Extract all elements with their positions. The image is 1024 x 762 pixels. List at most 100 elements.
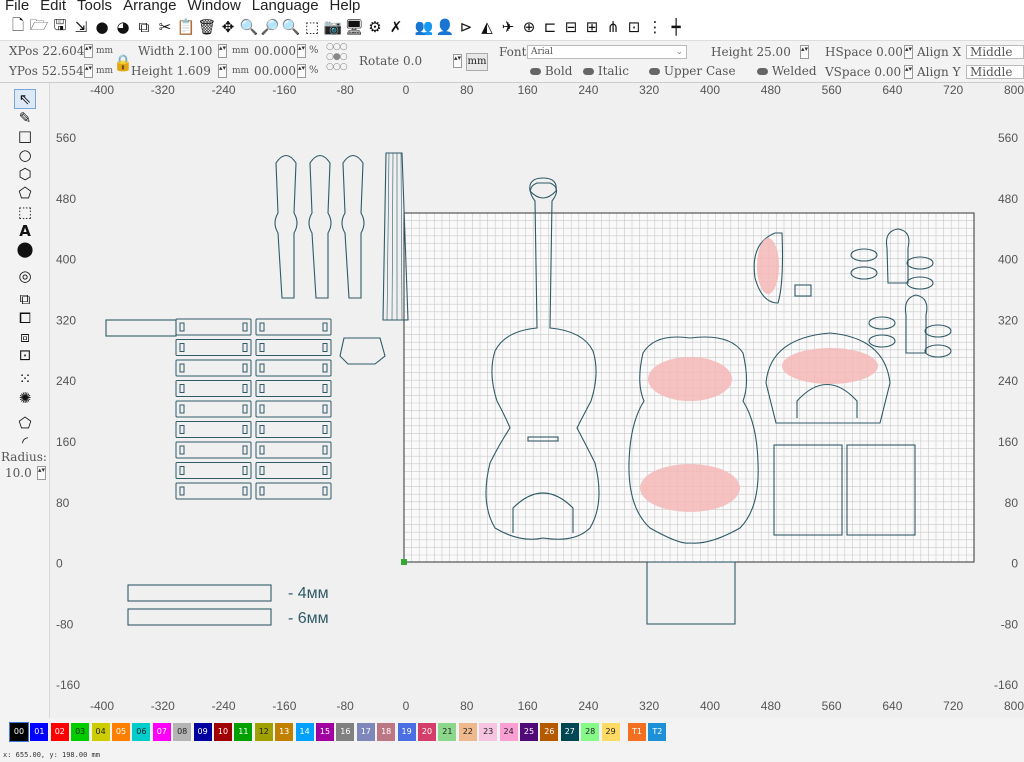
- color-swatch-04[interactable]: 04: [91, 723, 110, 741]
- send-icon[interactable]: ✈: [498, 17, 518, 37]
- neck-shape-3[interactable]: [341, 154, 365, 299]
- crosshair-icon[interactable]: ┿: [666, 17, 686, 37]
- intersect-icon[interactable]: ⧈: [14, 327, 36, 347]
- monitor-icon[interactable]: 🖥: [344, 17, 364, 37]
- width-spin[interactable]: ▴▾: [218, 44, 227, 58]
- rib-strip[interactable]: [255, 380, 332, 397]
- hspace-spin[interactable]: ▴▾: [904, 45, 913, 59]
- users-icon[interactable]: 👥: [414, 17, 434, 37]
- target-icon[interactable]: ⊕: [519, 17, 539, 37]
- menu-language[interactable]: Language: [252, 0, 319, 13]
- design-canvas[interactable]: -400 -400 -320 -320 -240 -240 -160 -160 -80 -80 0 0…: [50, 83, 1024, 718]
- violin-scroll[interactable]: [529, 177, 557, 199]
- menu-help[interactable]: Help: [330, 0, 361, 13]
- color-swatch-29[interactable]: 29: [601, 723, 620, 741]
- color-swatch-02[interactable]: 02: [50, 723, 69, 741]
- rectangle-icon[interactable]: □: [14, 126, 36, 146]
- corner-icon[interactable]: ⬠: [14, 413, 36, 433]
- menu-tools[interactable]: Tools: [77, 0, 112, 13]
- height-spin[interactable]: ▴▾: [218, 64, 227, 78]
- color-swatch-15[interactable]: 15: [316, 723, 334, 741]
- color-swatch-03[interactable]: 03: [71, 723, 90, 741]
- export-icon[interactable]: ⇲: [71, 17, 91, 37]
- color-swatch-16[interactable]: 16: [336, 723, 355, 741]
- color-swatch-17[interactable]: 17: [356, 723, 375, 741]
- copy-icon[interactable]: ⧉: [134, 17, 154, 37]
- select-arrow-icon[interactable]: ⇖: [14, 89, 36, 109]
- ypos-spin[interactable]: ▴▾: [84, 64, 93, 78]
- rib-strip[interactable]: [255, 359, 332, 377]
- radius-spin[interactable]: ▴▾: [37, 466, 46, 480]
- arrange-icon[interactable]: ⊏: [540, 17, 560, 37]
- rotate-spin[interactable]: ▴▾: [453, 54, 462, 68]
- color-swatch-01[interactable]: 01: [30, 723, 49, 741]
- uppercase-toggle[interactable]: Upper Case: [649, 64, 736, 78]
- rib-strip[interactable]: [255, 400, 332, 418]
- sample-strip-4mm[interactable]: [127, 584, 272, 602]
- color-swatch-08[interactable]: 08: [173, 723, 192, 741]
- rib-strip[interactable]: [175, 441, 252, 459]
- array-grid-icon[interactable]: ⁙: [14, 369, 36, 389]
- color-swatch-25[interactable]: 25: [520, 723, 538, 741]
- color-swatch-11[interactable]: 11: [234, 723, 253, 741]
- alignx-select[interactable]: Middle: [966, 45, 1024, 59]
- mirror-icon[interactable]: ◭: [477, 17, 497, 37]
- color-swatch-07[interactable]: 07: [152, 723, 171, 741]
- color-swatch-14[interactable]: 14: [295, 723, 314, 741]
- grid-icon[interactable]: ⋮: [645, 17, 665, 37]
- new-file-icon[interactable]: 🗋: [8, 16, 28, 37]
- save-icon[interactable]: 🖫: [50, 16, 70, 37]
- sample-strip-6mm[interactable]: [127, 608, 272, 626]
- text-tool-icon[interactable]: A: [14, 221, 36, 241]
- open-folder-icon[interactable]: 🗁: [29, 16, 49, 37]
- ellipse-icon[interactable]: ○: [14, 145, 36, 165]
- rib-strip[interactable]: [255, 482, 332, 500]
- delete-icon[interactable]: 🗑: [197, 17, 217, 37]
- color-swatch-T2[interactable]: T2: [648, 723, 667, 741]
- radius-value[interactable]: 10.0: [5, 466, 32, 480]
- wrench-icon[interactable]: ✗: [386, 17, 406, 37]
- polygon-icon[interactable]: ⬡: [14, 164, 36, 184]
- camera-icon[interactable]: 📷: [323, 17, 343, 37]
- canvas-area[interactable]: -400 -400 -320 -320 -240 -240 -160 -160 -80 -80 0 0…: [50, 83, 1024, 718]
- user-icon[interactable]: 👤: [435, 17, 455, 37]
- array-icon[interactable]: ⊡: [624, 17, 644, 37]
- color-swatch-06[interactable]: 06: [132, 723, 151, 741]
- lock-icon[interactable]: 🔒: [113, 53, 133, 72]
- menu-window[interactable]: Window: [187, 0, 240, 13]
- italic-toggle[interactable]: Italic: [583, 64, 629, 78]
- anchor-grid-icon[interactable]: ○○○ ○●○ ○○○: [326, 42, 348, 72]
- align-icon[interactable]: ⊳: [456, 17, 476, 37]
- zoom-out-icon[interactable]: 🔎: [260, 17, 280, 37]
- settings-tools-icon[interactable]: ⚙: [365, 17, 385, 37]
- neck-shape-1[interactable]: [274, 154, 298, 299]
- location-pin-icon[interactable]: ⬤: [14, 239, 36, 259]
- color-swatch-13[interactable]: 13: [275, 723, 294, 741]
- rib-strip[interactable]: [255, 318, 332, 336]
- combine-icon[interactable]: ⊡: [14, 345, 36, 365]
- color-swatch-T1[interactable]: T1: [628, 723, 646, 741]
- pen-icon[interactable]: ✎: [14, 108, 36, 128]
- rib-strip[interactable]: [255, 339, 332, 356]
- zoom-window-icon[interactable]: ⬚: [302, 17, 322, 37]
- color-swatch-10[interactable]: 10: [214, 723, 232, 741]
- bold-toggle[interactable]: Bold: [530, 64, 572, 78]
- circular-array-icon[interactable]: ✺: [14, 388, 36, 408]
- ungroup-icon[interactable]: ⋔: [603, 17, 623, 37]
- color-swatch-09[interactable]: 09: [193, 723, 212, 741]
- undo-icon[interactable]: ●: [92, 17, 112, 37]
- label-strip[interactable]: [105, 319, 177, 337]
- bottom-box-shape[interactable]: [646, 561, 736, 625]
- rib-strip[interactable]: [175, 400, 252, 418]
- menu-arrange[interactable]: Arrange: [123, 0, 176, 13]
- color-swatch-20[interactable]: 20: [418, 723, 436, 741]
- color-swatch-22[interactable]: 22: [458, 723, 477, 741]
- xpos-spin[interactable]: ▴▾: [84, 44, 93, 58]
- rib-strip[interactable]: [175, 421, 252, 438]
- rib-strip[interactable]: [175, 318, 252, 336]
- pentagon-icon[interactable]: ⬠: [14, 183, 36, 203]
- welded-toggle[interactable]: Welded: [757, 64, 817, 78]
- frame-icon[interactable]: ⬚: [14, 202, 36, 222]
- rib-strip[interactable]: [175, 380, 252, 397]
- zoom-in-icon[interactable]: 🔍: [239, 17, 259, 37]
